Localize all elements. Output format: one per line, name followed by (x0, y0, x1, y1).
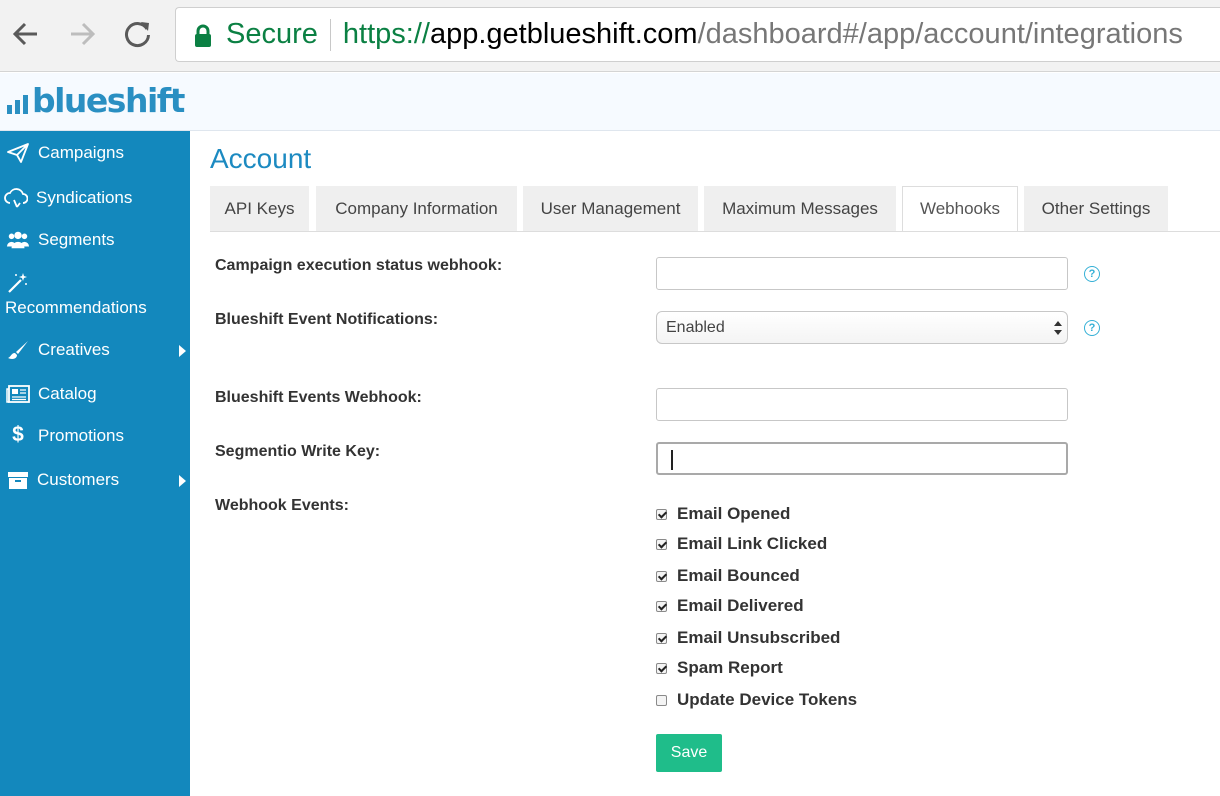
event-email-unsubscribed[interactable]: Email Unsubscribed (656, 626, 840, 650)
checkbox-label: Email Unsubscribed (677, 628, 841, 647)
checkbox-label: Email Link Clicked (677, 534, 828, 553)
newspaper-icon (6, 383, 30, 405)
sidebar-item-label: Campaigns (38, 143, 124, 162)
tab-other-settings[interactable]: Other Settings (1024, 186, 1168, 231)
event-update-device-tokens[interactable]: Update Device Tokens (656, 688, 857, 712)
tab-webhooks[interactable]: Webhooks (902, 186, 1018, 232)
sidebar-item-campaigns[interactable]: Campaigns (0, 142, 190, 166)
select-arrows-icon (1054, 321, 1062, 335)
webhook-events-label: Webhook Events: (215, 497, 349, 514)
sidebar-item-segments[interactable]: Segments (0, 229, 190, 253)
checkbox-label: Update Device Tokens (677, 690, 858, 709)
sidebar-item-creatives[interactable]: Creatives (0, 339, 190, 363)
tab-maximum-messages[interactable]: Maximum Messages (704, 186, 896, 231)
event-spam-report[interactable]: Spam Report (656, 656, 783, 680)
reload-button[interactable] (118, 14, 158, 54)
sidebar-item-catalog[interactable]: Catalog (0, 383, 190, 407)
url-scheme: https:// (342, 18, 430, 50)
app-header: blueshift (0, 73, 1220, 131)
address-divider (329, 18, 331, 51)
users-icon (6, 229, 30, 251)
tabs-divider (210, 231, 1220, 232)
sidebar-item-label: Customers (37, 470, 120, 489)
sidebar-item-label: Catalog (38, 384, 97, 403)
url-host: app.getblueshift.com (429, 18, 698, 50)
page-title: Account (210, 143, 312, 174)
sidebar-item-label: Syndications (36, 188, 133, 207)
segmentio-key-label: Segmentio Write Key: (215, 443, 381, 460)
back-button[interactable] (6, 14, 46, 54)
help-icon[interactable]: ? (1084, 320, 1100, 336)
select-value: Enabled (666, 318, 725, 336)
checkbox-label: Email Bounced (677, 566, 800, 585)
main-content: Account API Keys Company Information Use… (190, 131, 1220, 796)
sidebar-nav: Campaigns Syndications Segments Recommen… (0, 131, 190, 796)
sidebar-item-syndications[interactable]: Syndications (0, 187, 190, 211)
tab-company-information[interactable]: Company Information (316, 186, 517, 231)
event-email-bounced[interactable]: Email Bounced (656, 564, 800, 588)
arrow-right-icon (71, 22, 96, 46)
forward-button[interactable] (62, 14, 102, 54)
events-webhook-input[interactable] (656, 388, 1068, 421)
url-path: /dashboard#/app/account/integrations (697, 18, 1183, 50)
chevron-right-icon (179, 475, 186, 487)
checkbox[interactable] (656, 600, 667, 612)
checkbox-label: Email Opened (677, 504, 791, 523)
tab-user-management[interactable]: User Management (523, 186, 698, 231)
magic-wand-icon (5, 272, 29, 294)
address-bar[interactable]: Secure https://app.getblueshift.com/dash… (175, 7, 1220, 62)
browser-toolbar: Secure https://app.getblueshift.com/dash… (0, 0, 1220, 72)
reload-icon (125, 22, 150, 48)
checkbox[interactable] (656, 694, 667, 706)
help-icon[interactable]: ? (1084, 266, 1100, 282)
checkbox[interactable] (656, 570, 667, 582)
logo-text: blueshift (32, 81, 185, 120)
tab-api-keys[interactable]: API Keys (210, 186, 309, 231)
checkbox[interactable] (656, 508, 667, 520)
arrow-left-icon (12, 22, 37, 46)
logo-bars-icon (7, 95, 28, 114)
chevron-right-icon (179, 345, 186, 357)
checkbox[interactable] (656, 662, 667, 674)
paintbrush-icon (6, 339, 30, 361)
sidebar-item-recommendations[interactable]: Recommendations (0, 272, 190, 320)
sidebar-item-label: Recommendations (5, 298, 147, 317)
dollar-icon: $ (12, 423, 24, 446)
save-button[interactable]: Save (656, 734, 722, 772)
sidebar-item-label: Creatives (38, 340, 110, 359)
checkbox-label: Email Delivered (677, 596, 804, 615)
secure-label: Secure (226, 18, 318, 50)
sidebar-item-customers[interactable]: Customers (0, 469, 190, 493)
text-cursor (671, 450, 673, 470)
sidebar-item-promotions[interactable]: $ Promotions (0, 423, 190, 449)
sidebar-item-label: Promotions (38, 426, 124, 445)
event-email-opened[interactable]: Email Opened (656, 502, 790, 526)
blueshift-logo[interactable]: blueshift (7, 81, 185, 120)
archive-box-icon (6, 469, 30, 491)
event-email-delivered[interactable]: Email Delivered (656, 594, 804, 618)
event-notifications-label: Blueshift Event Notifications: (215, 311, 439, 328)
campaign-webhook-label: Campaign execution status webhook: (215, 257, 503, 274)
checkbox[interactable] (656, 632, 667, 644)
cloud-sync-icon (4, 187, 28, 209)
checkbox-label: Spam Report (677, 658, 783, 677)
checkbox[interactable] (656, 538, 667, 550)
paper-plane-icon (6, 142, 30, 164)
event-email-link-clicked[interactable]: Email Link Clicked (656, 532, 827, 556)
sidebar-item-label: Segments (38, 230, 115, 249)
campaign-webhook-input[interactable] (656, 257, 1068, 290)
segmentio-key-input[interactable] (656, 442, 1068, 475)
lock-icon (194, 23, 212, 47)
event-notifications-select[interactable]: Enabled (656, 311, 1068, 344)
events-webhook-label: Blueshift Events Webhook: (215, 389, 422, 406)
